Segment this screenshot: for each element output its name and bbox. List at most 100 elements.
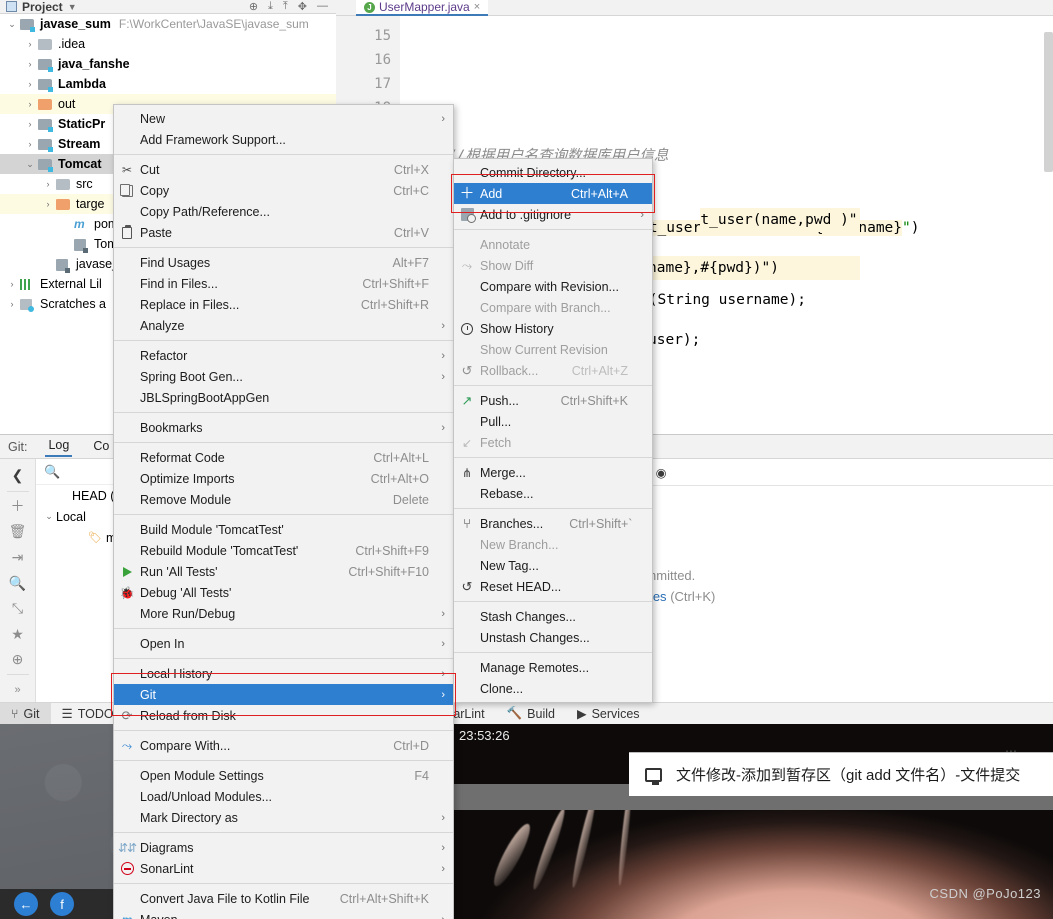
menu-item-add[interactable]: ＋ Add Ctrl+Alt+A (454, 183, 652, 204)
menu-item-open-in[interactable]: Open In › (114, 633, 453, 654)
collapse-all-icon[interactable]: ⇥ (4, 545, 32, 571)
menu-item-load-unload-modules[interactable]: Load/Unload Modules... (114, 786, 453, 807)
menu-item-bookmarks[interactable]: Bookmarks › (114, 417, 453, 438)
chevron-right-icon[interactable]: › (4, 279, 20, 289)
add-icon[interactable]: ＋ (4, 494, 32, 520)
menu-item-maven[interactable]: m Maven› (114, 909, 453, 919)
menu-item-merge[interactable]: ⋔ Merge... (454, 462, 652, 483)
menu-item-run-all-tests[interactable]: Run 'All Tests' Ctrl+Shift+F10 (114, 561, 453, 582)
delete-icon[interactable]: 🗑 (4, 519, 32, 545)
star-icon[interactable]: ★ (4, 621, 32, 647)
chevron-right-icon[interactable]: › (40, 199, 56, 209)
chevron-down-icon[interactable]: ▼ (68, 2, 77, 12)
browser-icon-2[interactable]: f (50, 892, 74, 916)
bottom-tab-git[interactable]: ⑂ Git (0, 702, 51, 725)
chevron-right-icon[interactable]: › (22, 39, 38, 49)
menu-item-find-usages[interactable]: Find Usages Alt+F7 (114, 252, 453, 273)
tree-node-lambda[interactable]: › Lambda (0, 74, 336, 94)
chevron-right-icon[interactable]: › (40, 179, 56, 189)
tree-node--idea[interactable]: › .idea (0, 34, 336, 54)
search-icon[interactable]: 🔍 (4, 570, 32, 596)
bottom-tab-git-label: Git (23, 706, 40, 721)
menu-item-pull[interactable]: Pull... (454, 411, 652, 432)
git-submenu[interactable]: Commit Directory... ＋ Add Ctrl+Alt+A Add to … (453, 158, 653, 703)
menu-item-open-module-settings[interactable]: Open Module Settings F4 (114, 765, 453, 786)
chevron-right-icon[interactable]: › (22, 79, 38, 89)
caption-more-icon[interactable]: ⋯ (1005, 744, 1019, 758)
expand-icon[interactable]: ⤡ (4, 596, 32, 622)
chevron-right-icon[interactable]: › (22, 99, 38, 109)
menu-item-build-module-tomcattest[interactable]: Build Module 'TomcatTest' (114, 519, 453, 540)
menu-item-push[interactable]: ↗ Push... Ctrl+Shift+K (454, 390, 652, 411)
editor-tab-usermapper[interactable]: J UserMapper.java × (356, 0, 489, 16)
menu-item-clone[interactable]: Clone... (454, 678, 652, 699)
minimize-icon[interactable]: — (317, 0, 328, 13)
chevron-right-icon[interactable]: › (4, 299, 20, 309)
menu-item-more-run-debug[interactable]: More Run/Debug › (114, 603, 453, 624)
menu-item-analyze[interactable]: Analyze › (114, 315, 453, 336)
menu-item-paste[interactable]: Paste Ctrl+V (114, 222, 453, 243)
menu-item-jblspringbootappgen[interactable]: JBLSpringBootAppGen (114, 387, 453, 408)
menu-item-show-diff: ⤳ Show Diff (454, 255, 652, 276)
import-icon[interactable]: ⤒ (283, 0, 288, 13)
chevron-right-icon[interactable]: › (22, 59, 38, 69)
menu-item-optimize-imports[interactable]: Optimize Imports Ctrl+Alt+O (114, 468, 453, 489)
menu-item-find-in-files[interactable]: Find in Files... Ctrl+Shift+F (114, 273, 453, 294)
more-icon[interactable]: » (4, 677, 32, 703)
chevron-down-icon[interactable]: ⌄ (4, 19, 20, 30)
menu-item-show-history[interactable]: Show History (454, 318, 652, 339)
menu-item-rebase[interactable]: Rebase... (454, 483, 652, 504)
collapse-icon[interactable]: ⊕ (249, 0, 258, 13)
menu-item-replace-in-files[interactable]: Replace in Files... Ctrl+Shift+R (114, 294, 453, 315)
editor-scrollbar[interactable] (1044, 32, 1053, 172)
menu-item-remove-module[interactable]: Remove Module Delete (114, 489, 453, 510)
chevron-right-icon[interactable]: › (22, 119, 38, 129)
tab-log[interactable]: Log (45, 436, 73, 457)
chevron-right-icon[interactable]: › (22, 139, 38, 149)
menu-item-new[interactable]: New › (114, 108, 453, 129)
menu-item-convert-java-file-to-kotlin-file[interactable]: Convert Java File to Kotlin File Ctrl+Alt… (114, 888, 453, 909)
close-icon[interactable]: × (474, 1, 480, 13)
menu-item-reset-head[interactable]: ↺ Reset HEAD... (454, 576, 652, 597)
menu-item-reformat-code[interactable]: Reformat Code Ctrl+Alt+L (114, 447, 453, 468)
tree-node-java-fanshe[interactable]: › java_fanshe (0, 54, 336, 74)
menu-item-mark-directory-as[interactable]: Mark Directory as › (114, 807, 453, 828)
chevron-down-icon[interactable]: ⌄ (42, 511, 56, 522)
menu-item-diagrams[interactable]: ⇵⇵ Diagrams › (114, 837, 453, 858)
menu-item-copy-path-reference[interactable]: Copy Path/Reference... (114, 201, 453, 222)
menu-item-shortcut: Ctrl+V (393, 225, 429, 240)
menu-item-local-history[interactable]: Local History › (114, 663, 453, 684)
browser-icon-1[interactable]: ← (14, 892, 38, 916)
menu-item-branches[interactable]: ⑂ Branches... Ctrl+Shift+` (454, 513, 652, 534)
menu-item-stash-changes[interactable]: Stash Changes... (454, 606, 652, 627)
menu-item-new-tag[interactable]: New Tag... (454, 555, 652, 576)
menu-item-commit-directory[interactable]: Commit Directory... (454, 162, 652, 183)
chevron-down-icon[interactable]: ⌄ (22, 159, 38, 170)
project-context-menu[interactable]: New › Add Framework Support... Cut Ctrl+X Cop… (113, 104, 454, 919)
menu-item-compare-with-revision[interactable]: Compare with Revision... (454, 276, 652, 297)
menu-item-sonarlint[interactable]: SonarLint › (114, 858, 453, 879)
bottom-tab-services[interactable]: ▶ Services (566, 703, 651, 725)
menu-item-debug-all-tests[interactable]: 🐞 Debug 'All Tests' (114, 582, 453, 603)
tree-node-javase-sum[interactable]: ⌄ javase_sum F:\WorkCenter\JavaSE\javase_s… (0, 14, 336, 34)
settings-icon[interactable]: ✥ (298, 0, 307, 13)
menu-item-copy[interactable]: Copy Ctrl+C (114, 180, 453, 201)
bottom-tab-build[interactable]: 🔨 Build (496, 703, 566, 725)
back-icon[interactable]: ❮ (4, 463, 32, 489)
monitor-icon (645, 767, 662, 785)
menu-item-manage-remotes[interactable]: Manage Remotes... (454, 657, 652, 678)
menu-item-reload-from-disk[interactable]: ⟳ Reload from Disk (114, 705, 453, 726)
menu-item-rebuild-module-tomcattest[interactable]: Rebuild Module 'TomcatTest' Ctrl+Shift+F9 (114, 540, 453, 561)
menu-item-label: Maven (140, 913, 433, 919)
menu-item-compare-with[interactable]: ⤳ Compare With... Ctrl+D (114, 735, 453, 756)
menu-item-refactor[interactable]: Refactor › (114, 345, 453, 366)
menu-item-add-framework-support[interactable]: Add Framework Support... (114, 129, 453, 150)
export-icon[interactable]: ⤓ (268, 0, 273, 13)
menu-item-cut[interactable]: Cut Ctrl+X (114, 159, 453, 180)
target-icon[interactable]: ⊕ (4, 647, 32, 673)
menu-item-spring-boot-gen[interactable]: Spring Boot Gen... › (114, 366, 453, 387)
menu-item-unstash-changes[interactable]: Unstash Changes... (454, 627, 652, 648)
menu-item-add-to-gitignore[interactable]: Add to .gitignore › (454, 204, 652, 225)
tab-console[interactable]: Co (90, 437, 112, 456)
menu-item-git[interactable]: Git › (114, 684, 453, 705)
